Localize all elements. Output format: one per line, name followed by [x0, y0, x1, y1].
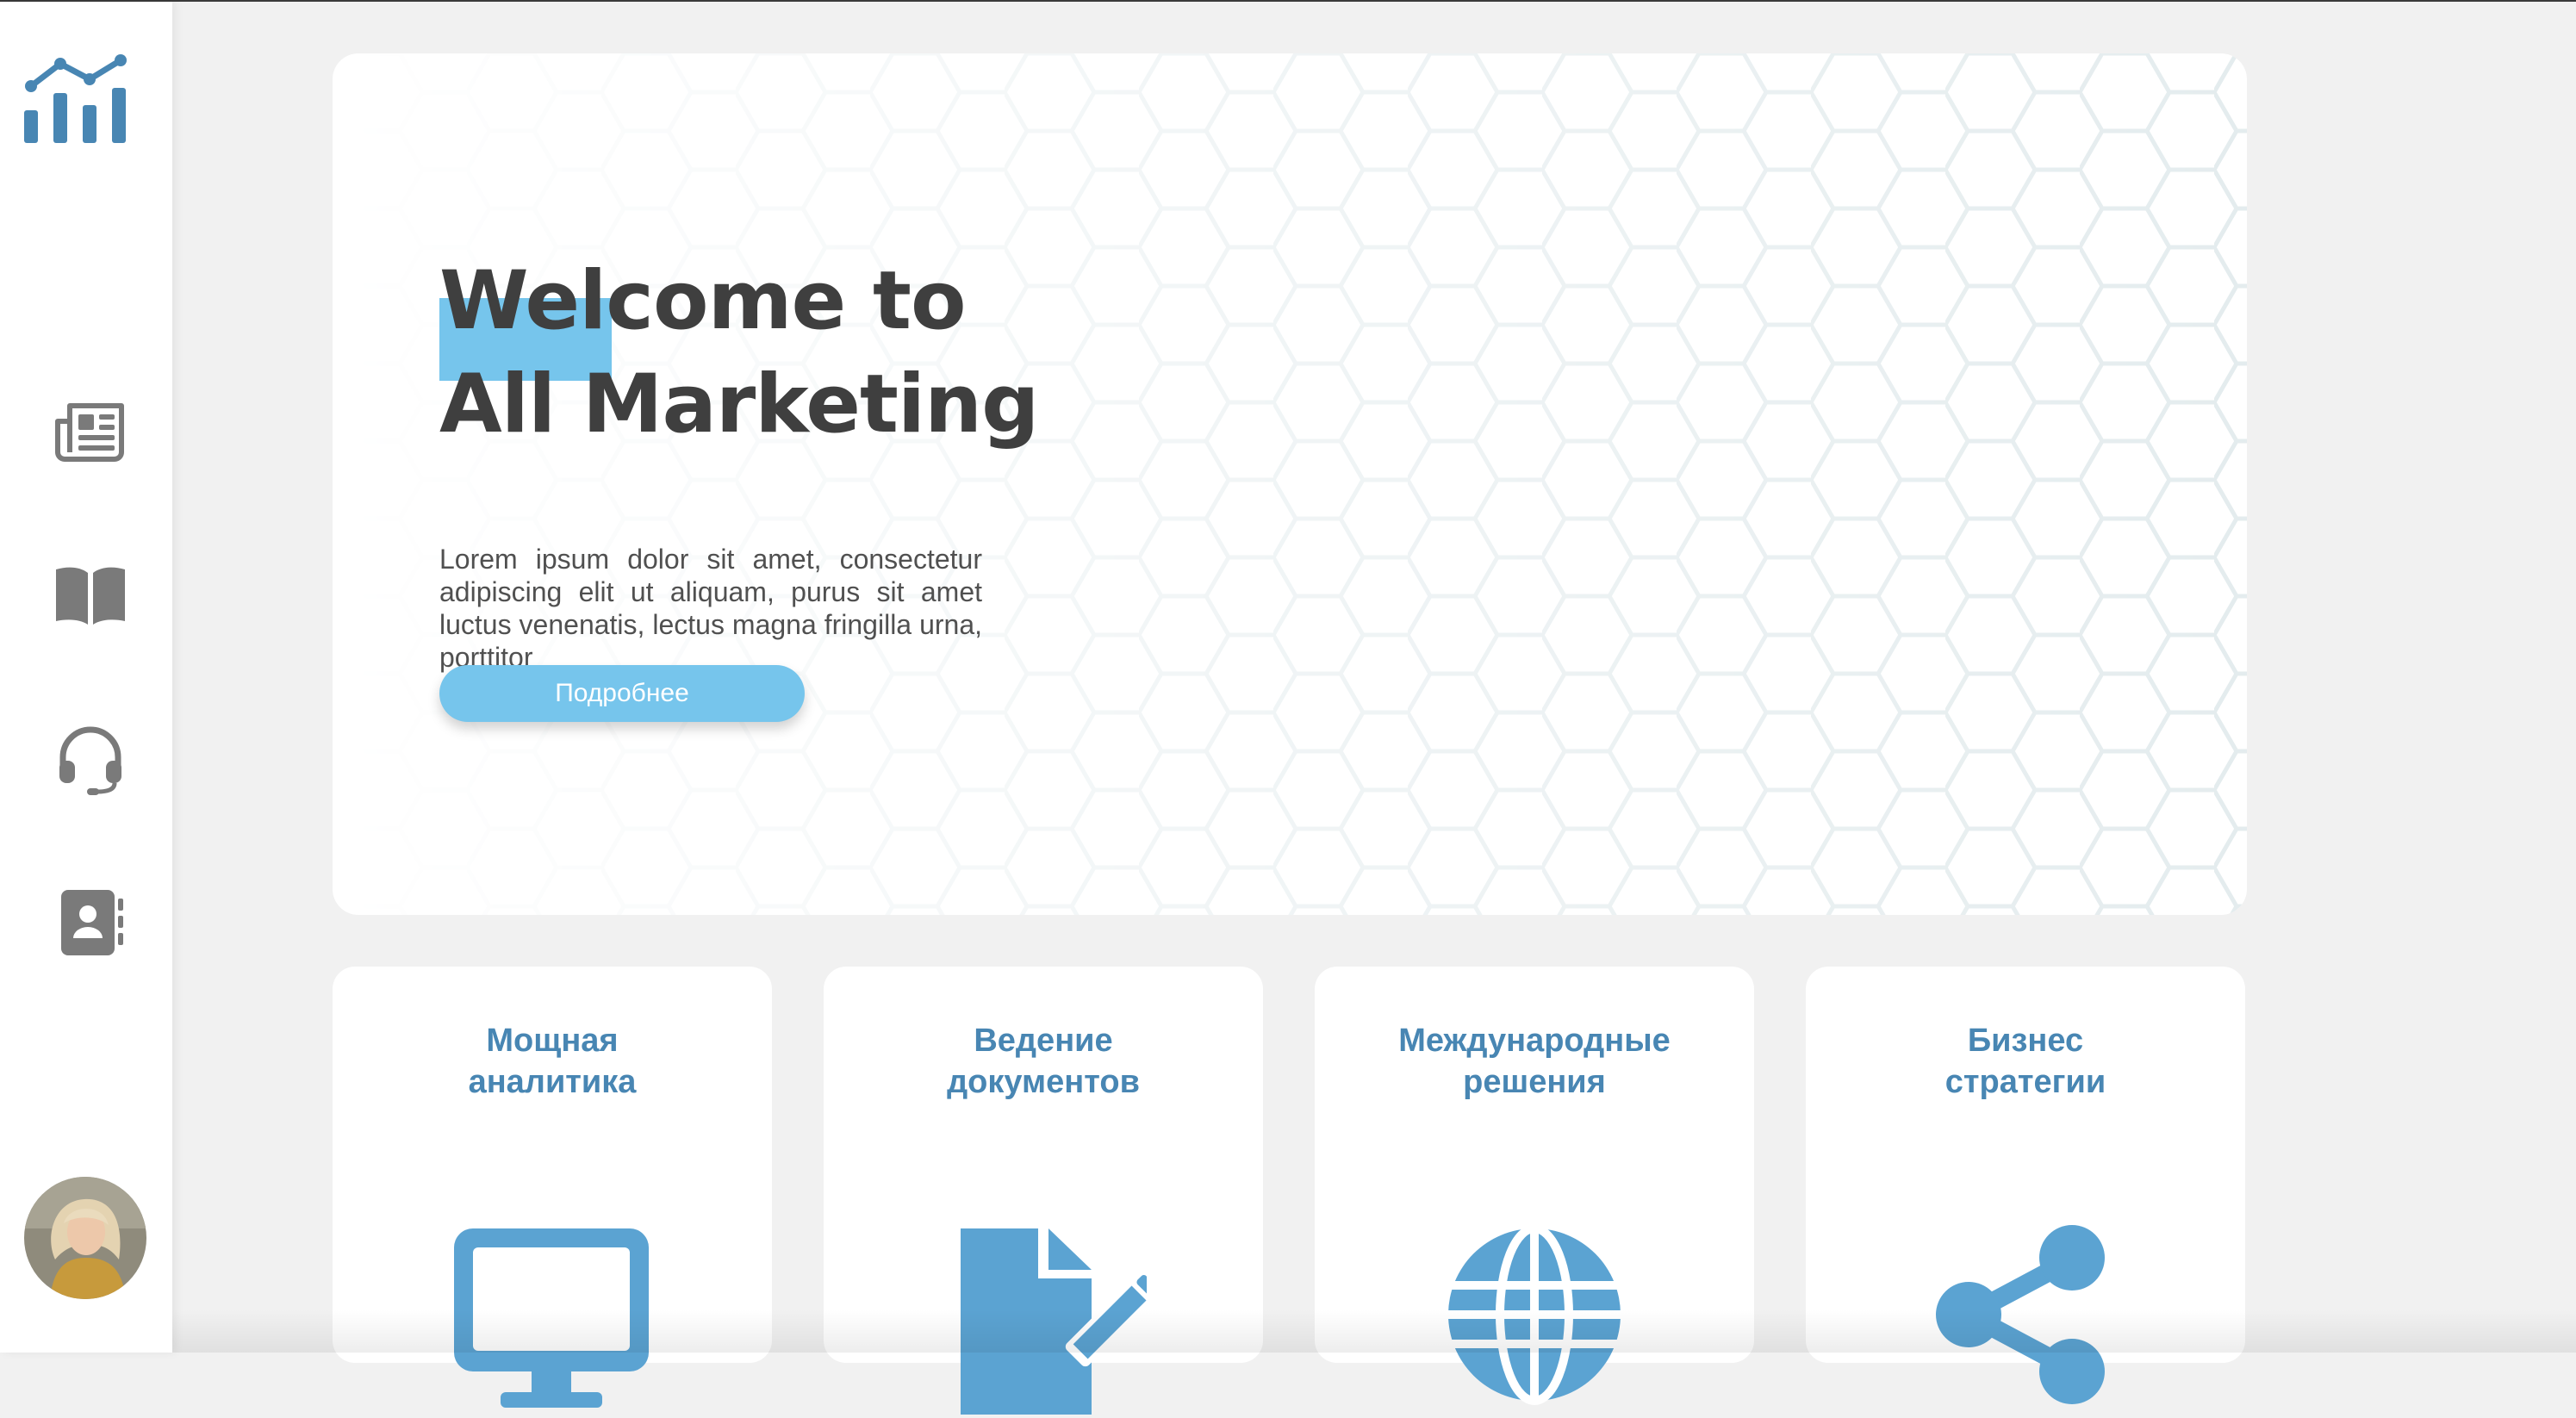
- document-edit-icon: [940, 1208, 1164, 1415]
- card-title-line-2: аналитика: [468, 1064, 637, 1100]
- sidebar-item-contacts[interactable]: [43, 875, 138, 970]
- card-title-line-1: Мощная: [486, 1023, 619, 1059]
- card-title-line-1: Бизнес: [1967, 1023, 2084, 1059]
- sidebar-item-news[interactable]: [43, 384, 138, 479]
- card-title: Мощная аналитика: [333, 1020, 772, 1103]
- feature-card-strategy[interactable]: Бизнес стратегии: [1806, 967, 2245, 1404]
- sidebar-item-support[interactable]: [43, 712, 138, 806]
- user-avatar[interactable]: [24, 1177, 146, 1299]
- share-icon: [1922, 1208, 2129, 1415]
- card-title: Международные решения: [1315, 1020, 1754, 1103]
- contacts-book-icon: [61, 890, 123, 955]
- card-title-line-2: стратегии: [1944, 1064, 2106, 1100]
- window-top-border: [0, 0, 2576, 2]
- feature-card-analytics[interactable]: Мощная аналитика: [333, 967, 772, 1408]
- card-title: Бизнес стратегии: [1806, 1020, 2245, 1103]
- hero-description: Lorem ipsum dolor sit amet, consectetur …: [439, 544, 982, 673]
- hexagon-background-pattern: [333, 53, 2247, 915]
- hero-title-line-1: Welcome to: [439, 254, 967, 348]
- card-title-line-2: решения: [1463, 1064, 1606, 1100]
- book-icon: [56, 567, 125, 625]
- analytics-chart-icon[interactable]: [22, 50, 133, 146]
- feature-card-documents[interactable]: Ведение документов: [824, 967, 1263, 1415]
- headset-icon: [59, 726, 121, 795]
- newspaper-icon: [55, 403, 124, 462]
- card-title-line-1: Международные: [1398, 1023, 1671, 1059]
- sidebar-item-library[interactable]: [43, 548, 138, 643]
- more-info-button[interactable]: Подробнее: [439, 665, 805, 722]
- card-title-line-2: документов: [947, 1064, 1140, 1100]
- hero-banner: Welcome to All Marketing Lorem ipsum dol…: [333, 53, 2247, 915]
- monitor-icon: [449, 1208, 656, 1415]
- globe-icon: [1431, 1208, 1638, 1415]
- feature-card-international[interactable]: Международные решения: [1315, 967, 1754, 1405]
- card-title-line-1: Ведение: [974, 1023, 1113, 1059]
- card-title: Ведение документов: [824, 1020, 1263, 1103]
- hero-title-line-2: All Marketing: [439, 358, 1039, 451]
- hero-title: Welcome to All Marketing: [439, 250, 1215, 457]
- sidebar: [0, 2, 172, 1353]
